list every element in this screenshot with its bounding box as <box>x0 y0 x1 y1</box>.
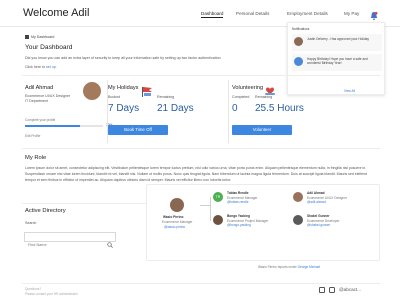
avatar[interactable] <box>213 215 223 225</box>
directory-person-role: Ecommerce Project Manager <box>227 218 269 223</box>
completed-label: Completed <box>232 95 250 99</box>
directory-main-role: Ecommerce Manager <box>162 220 193 224</box>
volunteering-remaining-value: 25.5 Hours <box>255 103 304 114</box>
instagram-icon[interactable] <box>329 287 335 293</box>
directory-search-field[interactable] <box>24 232 116 249</box>
notifications-title: Notifications <box>292 27 310 31</box>
nav-personal-details[interactable]: Personal Details <box>236 11 269 16</box>
search-input[interactable] <box>25 241 103 249</box>
volunteer-button[interactable]: Volunteer <box>232 125 292 135</box>
directory-person-name[interactable]: Bongo Yacking <box>227 214 250 218</box>
directory-main-email[interactable]: @wasio.pirrino <box>164 225 185 229</box>
active-directory-title: Active Directory <box>25 208 66 214</box>
completed-value: 0 <box>232 103 238 114</box>
hands-heart-icon <box>264 83 276 95</box>
dashboard-title: Your Dashboard <box>25 44 73 51</box>
volunteering-remaining-label: Remaining <box>255 95 273 99</box>
book-time-off-button[interactable]: Book Time Off <box>108 125 168 135</box>
directory-person-role: Ecommerce Manager <box>227 195 258 200</box>
directory-person-role: Ecommerce UI/UX Designer <box>307 195 348 200</box>
directory-person-email[interactable]: @tobias.rendle <box>227 200 249 204</box>
reports-under: Wasio Pirrino reports under George Micha… <box>258 265 321 269</box>
search-label: Search <box>25 221 37 225</box>
footer-contact: Please contact your HR administrator <box>25 292 78 296</box>
org-chart-card: Wasio Pirrino Ecommerce Manager @wasio.p… <box>146 184 380 261</box>
holidays-remaining-value: 21 Days <box>157 103 194 114</box>
profile-department: IT Department <box>25 99 48 103</box>
directory-person-name[interactable]: Adil Ahmad <box>307 191 325 195</box>
setup-link[interactable]: set up. <box>46 65 57 69</box>
profile-name: Adil Ahmad <box>25 85 54 91</box>
my-role-title: My Role <box>25 155 47 161</box>
search-icon[interactable] <box>107 235 113 253</box>
connector-line <box>200 205 210 206</box>
directory-person-email[interactable]: @shakel.gunner <box>307 223 330 227</box>
cake-icon <box>294 57 303 66</box>
section-divider <box>22 75 380 76</box>
notifications-panel: Notifications Justin Delivery - Has appr… <box>287 22 385 95</box>
volunteering-title: Volunteering <box>232 85 264 91</box>
directory-person-email[interactable]: @bongo.yacking <box>227 223 251 227</box>
nav-employment-details[interactable]: Employment Details <box>287 11 328 16</box>
page-title: Welcome Adil <box>23 7 90 19</box>
footer-divider <box>22 283 380 284</box>
section-divider <box>22 148 380 149</box>
directory-person-name[interactable]: Shakel Gunner <box>307 214 330 218</box>
holidays-title: My Holidays <box>108 85 139 91</box>
nav-my-pay[interactable]: My Pay <box>344 11 359 16</box>
avatar[interactable]: TR <box>213 192 223 202</box>
footer-handle[interactable]: @abcact... <box>339 287 361 292</box>
avatar[interactable] <box>293 192 303 202</box>
flag-icon <box>141 84 153 97</box>
bell-icon[interactable] <box>370 8 378 21</box>
nav-dashboard[interactable]: Dashboard <box>201 11 224 18</box>
directory-person-email[interactable]: @adil.ahmad <box>307 200 326 204</box>
breadcrumb: My Dashboard <box>25 35 54 39</box>
connector-line <box>210 197 211 221</box>
notification-item[interactable]: Justin Delivery - Has approved your Holi… <box>292 34 382 51</box>
profile-avatar <box>83 82 101 100</box>
avatar[interactable] <box>170 198 184 212</box>
column-divider <box>228 80 229 143</box>
directory-person-name[interactable]: Tobias Rendle <box>227 191 249 195</box>
manager-link[interactable]: George Michael <box>298 265 321 269</box>
completeness-label: Complete your profile <box>25 118 56 122</box>
directory-person-role: Ecommerce Developer <box>307 218 340 223</box>
notification-item[interactable]: Happy Birthday! Hope you have a safe and… <box>292 54 382 71</box>
booked-value: 7 Days <box>108 103 140 114</box>
directory-main-name[interactable]: Wasio Pirrino <box>163 215 183 219</box>
footer-questions: Questions? <box>25 287 42 291</box>
home-icon[interactable] <box>25 35 29 39</box>
avatar[interactable] <box>293 215 303 225</box>
avatar <box>294 37 303 46</box>
linkedin-icon[interactable] <box>319 287 325 293</box>
view-all-link[interactable]: View All <box>344 89 355 93</box>
edit-profile-link[interactable]: Edit Profile <box>25 134 40 138</box>
booked-label: Booked <box>108 95 121 99</box>
dashboard-description: Did you know you can add an extra layer … <box>25 56 221 60</box>
profile-progress-bar <box>25 125 103 127</box>
setup-cta: Click here to set up. <box>25 65 57 69</box>
holidays-remaining-label: Remaining <box>157 95 175 99</box>
profile-progress-fill <box>25 125 80 127</box>
